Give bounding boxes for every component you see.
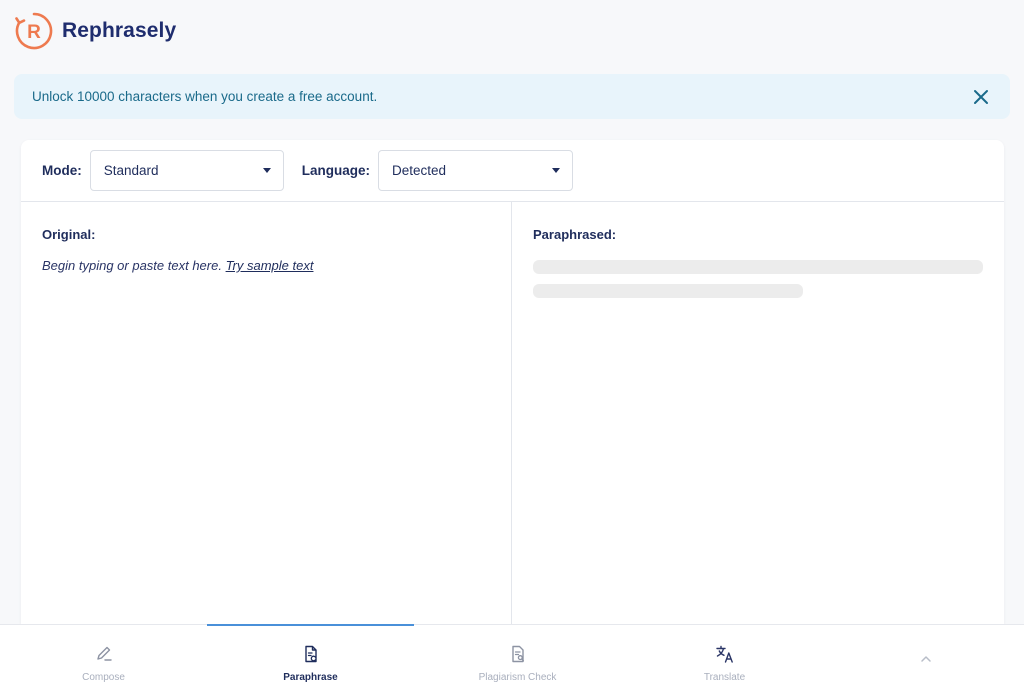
pencil-icon	[96, 646, 112, 661]
paraphrase-document-icon	[304, 645, 317, 663]
original-title: Original:	[42, 227, 96, 242]
mode-select-value: Standard	[103, 163, 159, 178]
chevron-up-icon	[921, 656, 931, 662]
rephrasely-logo-icon[interactable]: R	[14, 11, 54, 51]
nav-label: Paraphrase	[283, 672, 338, 683]
collapse-nav-button[interactable]	[828, 625, 1024, 699]
nav-item-plagiarism-check[interactable]: Plagiarism Check	[414, 625, 621, 699]
nav-item-translate[interactable]: Translate	[621, 625, 828, 699]
editor-panes: Original: Begin typing or paste text her…	[21, 202, 1004, 624]
app-header: R Rephrasely	[0, 0, 1024, 62]
brand-name[interactable]: Rephrasely	[62, 19, 176, 43]
close-icon	[974, 89, 988, 104]
paraphrased-pane: Paraphrased:	[512, 202, 1004, 624]
paraphraser-card: Mode: Standard Language: Detected Origin…	[21, 140, 1004, 624]
signup-banner: Unlock 10000 characters when you create …	[14, 74, 1010, 119]
nav-label: Plagiarism Check	[478, 672, 557, 683]
svg-text:R: R	[27, 22, 41, 43]
plagiarism-document-icon	[511, 645, 524, 663]
mode-select[interactable]: Standard	[89, 150, 284, 191]
try-sample-text-link[interactable]: Try sample text	[226, 258, 314, 273]
placeholder-text: Begin typing or paste text here.	[42, 258, 222, 273]
bottom-nav: Compose Paraphrase Plagiarism Check Tran…	[0, 624, 1024, 699]
nav-label: Translate	[703, 672, 746, 683]
nav-item-paraphrase[interactable]: Paraphrase	[207, 624, 414, 699]
caret-down-icon	[262, 168, 271, 173]
caret-down-icon	[552, 168, 561, 173]
banner-close-button[interactable]	[972, 88, 990, 106]
original-input-placeholder[interactable]: Begin typing or paste text here. Try sam…	[42, 258, 511, 273]
loading-skeleton-line	[533, 260, 983, 274]
banner-text: Unlock 10000 characters when you create …	[32, 89, 378, 104]
original-pane[interactable]: Original: Begin typing or paste text her…	[21, 202, 512, 624]
mode-label: Mode:	[42, 163, 82, 178]
loading-skeleton-line	[533, 284, 803, 298]
nav-label: Compose	[82, 672, 125, 683]
nav-item-compose[interactable]: Compose	[0, 625, 207, 699]
paraphraser-toolbar: Mode: Standard Language: Detected	[21, 140, 1004, 202]
language-label: Language:	[301, 163, 371, 178]
paraphrased-title: Paraphrased:	[533, 227, 617, 242]
translate-icon	[715, 645, 733, 663]
language-select-value: Detected	[392, 163, 447, 178]
language-select[interactable]: Detected	[378, 150, 574, 191]
